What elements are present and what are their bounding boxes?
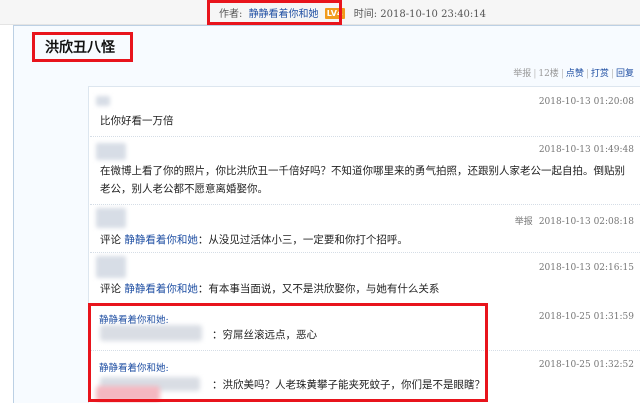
tip-button[interactable]: 打赏 bbox=[591, 69, 609, 79]
comment-user-link[interactable]: 静静看着你和她 bbox=[124, 234, 198, 246]
title-highlight-box bbox=[32, 32, 133, 62]
blurred-avatar bbox=[96, 208, 126, 228]
reply-button[interactable]: 回复 bbox=[616, 69, 634, 79]
comment-text-continued: 老公，别人老公都不愿意离婚娶你。 bbox=[100, 183, 268, 195]
replies-highlight-box bbox=[88, 303, 488, 402]
blurred-avatar bbox=[96, 256, 126, 278]
comment-time: 举报 2018-10-13 02:08:18 bbox=[515, 214, 634, 227]
separator: | bbox=[585, 69, 589, 79]
comment-text: 比你好看一万倍 bbox=[100, 115, 174, 127]
time-label: 时间: bbox=[353, 9, 378, 20]
comment-time: 2018-10-13 02:16:15 bbox=[538, 263, 634, 273]
post-time: 2018-10-10 23:40:14 bbox=[380, 9, 487, 20]
blurred-avatar bbox=[96, 143, 126, 160]
comment-body: ：有本事当面说，又不是洪欣娶你，与她有什么关系 bbox=[197, 283, 440, 295]
separator: | bbox=[560, 69, 564, 79]
divider bbox=[90, 252, 640, 253]
blurred-avatar bbox=[96, 96, 110, 106]
reply-time: 2018-10-25 01:31:59 bbox=[538, 312, 634, 322]
divider bbox=[90, 204, 640, 205]
post-actions: 举报 | 12楼 | 点赞 | 打赏 | 回复 bbox=[513, 66, 634, 79]
comment-body: ：从没见过活体小三，一定要和你打个招呼。 bbox=[197, 234, 408, 246]
floor-number: 12楼 bbox=[538, 69, 559, 79]
comment-prefix: 评论 bbox=[100, 283, 121, 295]
separator: | bbox=[610, 69, 614, 79]
like-button[interactable]: 点赞 bbox=[566, 69, 584, 79]
comment-time: 2018-10-13 01:49:48 bbox=[538, 145, 634, 155]
comment-text: 评论 静静看着你和她：从没见过活体小三，一定要和你打个招呼。 bbox=[100, 232, 408, 247]
author-highlight-box bbox=[207, 0, 342, 25]
comment-report-link[interactable]: 举报 bbox=[515, 217, 533, 227]
comment-text: 在微博上看了你的照片，你比洪欣丑一千倍好吗？不知道你哪里来的勇气拍照，还跟别人家… bbox=[100, 165, 625, 177]
comment-text: 评论 静静看着你和她：有本事当面说，又不是洪欣娶你，与她有什么关系 bbox=[100, 281, 439, 296]
divider bbox=[90, 136, 640, 137]
comment-time-value: 2018-10-13 02:08:18 bbox=[538, 217, 634, 227]
report-link[interactable]: 举报 bbox=[513, 69, 531, 79]
comment-prefix: 评论 bbox=[100, 234, 121, 246]
comment-user-link[interactable]: 静静看着你和她 bbox=[124, 283, 198, 295]
reply-time: 2018-10-25 01:32:52 bbox=[538, 360, 634, 370]
comment-time: 2018-10-13 01:20:08 bbox=[538, 97, 634, 107]
separator: | bbox=[533, 69, 537, 79]
